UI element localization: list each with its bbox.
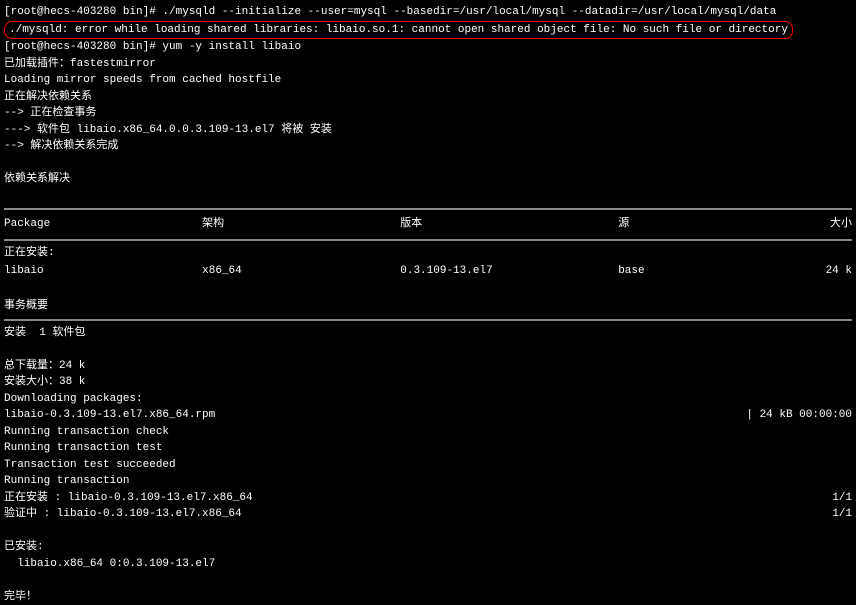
installing-pkg: 正在安装 : libaio-0.3.109-13.el7.x86_64 xyxy=(4,490,253,507)
col-header-package: Package xyxy=(4,216,202,233)
cell-version: 0.3.109-13.el7 xyxy=(400,263,618,280)
fraction: 1/1 xyxy=(832,506,852,523)
blank-line xyxy=(4,155,852,172)
download-status: | 24 kB 00:00:00 xyxy=(746,407,852,424)
cell-arch: x86_64 xyxy=(202,263,400,280)
prompt-yum: [root@hecs-403280 bin]# yum -y install l… xyxy=(4,39,852,56)
blank-line xyxy=(4,523,852,540)
output-line: Transaction test succeeded xyxy=(4,457,852,474)
col-header-arch: 架构 xyxy=(202,216,400,233)
total-download: 总下载量：24 k xyxy=(4,358,852,375)
installing-row: 正在安装 : libaio-0.3.109-13.el7.x86_64 1/1 xyxy=(4,490,852,507)
output-line: Running transaction test xyxy=(4,440,852,457)
col-header-size: 大小 xyxy=(797,216,852,233)
rpm-filename: libaio-0.3.109-13.el7.x86_64.rpm xyxy=(4,407,215,424)
blank-line xyxy=(4,572,852,589)
verifying-pkg: 验证中 : libaio-0.3.109-13.el7.x86_64 xyxy=(4,506,242,523)
output-line: Running transaction xyxy=(4,473,852,490)
col-header-version: 版本 xyxy=(400,216,618,233)
separator xyxy=(4,208,852,210)
cell-size: 24 k xyxy=(797,263,852,280)
table-header: Package 架构 版本 源 大小 xyxy=(4,214,852,235)
summary-label: 事务概要 xyxy=(4,298,852,315)
output-line: 正在解决依赖关系 xyxy=(4,89,852,106)
installing-label: 正在安装: xyxy=(4,245,852,262)
error-message: ./mysqld: error while loading shared lib… xyxy=(4,21,793,40)
separator xyxy=(4,239,852,241)
install-size: 安装大小：38 k xyxy=(4,374,852,391)
prompt-mysqld: [root@hecs-403280 bin]# ./mysqld --initi… xyxy=(4,4,852,21)
complete-label: 完毕！ xyxy=(4,589,852,605)
downloading-label: Downloading packages: xyxy=(4,391,852,408)
output-line: 已加载插件：fastestmirror xyxy=(4,56,852,73)
output-line: --> 正在检查事务 xyxy=(4,105,852,122)
output-line: Loading mirror speeds from cached hostfi… xyxy=(4,72,852,89)
blank-line xyxy=(4,188,852,205)
blank-line xyxy=(4,341,852,358)
cell-package: libaio xyxy=(4,263,202,280)
blank-line xyxy=(4,282,852,299)
separator xyxy=(4,319,852,321)
output-line: ---> 软件包 libaio.x86_64.0.0.3.109-13.el7 … xyxy=(4,122,852,139)
installed-label: 已安装: xyxy=(4,539,852,556)
install-count: 安装 1 软件包 xyxy=(4,325,852,342)
output-line: --> 解决依赖关系完成 xyxy=(4,138,852,155)
fraction: 1/1 xyxy=(832,490,852,507)
table-row: libaio x86_64 0.3.109-13.el7 base 24 k xyxy=(4,261,852,282)
col-header-repo: 源 xyxy=(618,216,796,233)
output-line: Running transaction check xyxy=(4,424,852,441)
cell-repo: base xyxy=(618,263,796,280)
download-progress: libaio-0.3.109-13.el7.x86_64.rpm | 24 kB… xyxy=(4,407,852,424)
verifying-row: 验证中 : libaio-0.3.109-13.el7.x86_64 1/1 xyxy=(4,506,852,523)
deps-resolved-header: 依赖关系解决 xyxy=(4,171,852,188)
installed-pkg: libaio.x86_64 0:0.3.109-13.el7 xyxy=(4,556,852,573)
